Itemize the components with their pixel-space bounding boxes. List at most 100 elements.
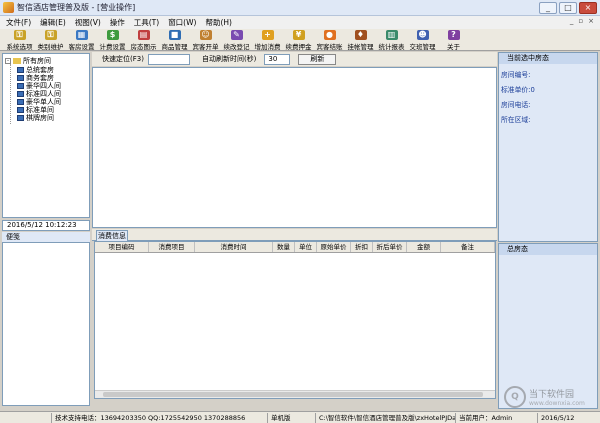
menu-file[interactable]: 文件(F) <box>6 17 31 28</box>
toolbar-button-deposit[interactable]: ¥ 续费押金 <box>283 29 314 51</box>
column-header[interactable]: 金额 <box>407 242 441 252</box>
menu-window[interactable]: 窗口(W) <box>168 17 196 28</box>
menu-tools[interactable]: 工具(T) <box>134 17 159 28</box>
refresh-interval-input[interactable]: 30 <box>264 53 291 65</box>
quick-locate-label: 快速定位(F3) <box>102 55 144 63</box>
standard-price-field: 标准单价:0 <box>501 86 535 94</box>
toolbar-button-modify[interactable]: ✎ 续改登记 <box>221 29 252 51</box>
column-header[interactable]: 数量 <box>273 242 295 252</box>
toolbar-label: 续改登记 <box>223 43 250 51</box>
plus-icon: + <box>261 30 274 40</box>
close-button[interactable]: × <box>579 2 597 14</box>
watermark-url: www.downxia.com <box>529 400 585 407</box>
column-header[interactable]: 单位 <box>295 242 317 252</box>
tab-consume-info[interactable]: 消费信息 <box>96 230 128 241</box>
quick-locate-input[interactable] <box>147 53 190 65</box>
tab-strip: 消费信息 <box>92 229 497 241</box>
toolbar-button-category[interactable]: ⚿ 类别维护 <box>35 29 66 51</box>
toolbar-button-shift[interactable]: ☻ 交班管理 <box>407 29 438 51</box>
toolbar-button-about[interactable]: ? 关于 <box>438 29 469 51</box>
menu-operate[interactable]: 操作 <box>110 17 125 28</box>
toolbar-label: 宾客结账 <box>316 43 343 51</box>
toolbar-button-open-guest[interactable]: ☺ 宾客开单 <box>190 29 221 51</box>
refresh-button[interactable]: 刷新 <box>298 53 337 65</box>
app-icon <box>3 2 14 13</box>
menu-bar: 文件(F) 编辑(E) 视图(V) 操作 工具(T) 窗口(W) 帮助(H) _… <box>0 16 600 29</box>
toolbar-label: 续费押金 <box>285 43 312 51</box>
support-info: 技术支持电话：13694203350 QQ:1725542950 1370288… <box>52 412 268 423</box>
mdi-close-button[interactable]: × <box>588 17 594 25</box>
quick-locate-bar: 快速定位(F3) 自动刷新时间(秒) 30 刷新 <box>92 52 497 66</box>
current-datetime: 2016/5/12 10:12:23 <box>2 220 90 231</box>
selected-room-title: 当前选中房态 <box>499 53 597 64</box>
toolbar-button-room-status[interactable]: ▤ 房态图示 <box>128 29 159 51</box>
room-tree: - 所有房间 总统套房 商务套房 豪华四人间 标准四人间 豪华单人间 标准单间 … <box>2 53 90 218</box>
folder-icon <box>13 58 21 64</box>
memo-textarea[interactable] <box>2 242 90 406</box>
room-number-field: 房间编号: <box>501 71 531 79</box>
watermark-text-group: 当下软件园 www.downxia.com <box>529 387 585 407</box>
refresh-interval-label: 自动刷新时间(秒) <box>201 55 257 63</box>
toolbar-button-goods[interactable]: ■ 商品管理 <box>159 29 190 51</box>
window-controls: _ □ × <box>539 2 597 14</box>
goods-icon: ■ <box>168 30 181 40</box>
column-header[interactable]: 原始单价 <box>317 242 351 252</box>
toolbar-label: 系统选项 <box>6 43 33 51</box>
column-header[interactable]: 折扣 <box>351 242 373 252</box>
scrollbar-thumb[interactable] <box>103 392 483 397</box>
toolbar-button-room-settings[interactable]: ▦ 客房设置 <box>66 29 97 51</box>
status-bar: 技术支持电话：13694203350 QQ:1725542950 1370288… <box>0 411 600 423</box>
toolbar-button-add-consume[interactable]: + 增加消费 <box>252 29 283 51</box>
edition-mode: 单机版 <box>268 412 316 423</box>
tree-connector-line <box>10 64 11 124</box>
mdi-restore-button[interactable]: ▫ <box>578 17 583 25</box>
toolbar-button-credit[interactable]: ♦ 挂帐管理 <box>345 29 376 51</box>
room-type-icon <box>17 91 24 97</box>
room-type-icon <box>17 67 24 73</box>
tree-item-label: 棋牌房间 <box>26 114 54 122</box>
room-type-icon <box>17 83 24 89</box>
room-icon: ▦ <box>75 30 88 40</box>
coin-icon: ¥ <box>292 30 305 40</box>
people-icon: ☻ <box>416 30 429 40</box>
column-header[interactable]: 项目编码 <box>95 242 149 252</box>
bag-icon: ♦ <box>354 30 367 40</box>
column-header[interactable]: 消费项目 <box>149 242 195 252</box>
menu-help[interactable]: 帮助(H) <box>205 17 232 28</box>
edit-icon: ✎ <box>230 30 243 40</box>
room-area-field: 所在区域: <box>501 116 531 124</box>
mdi-minimize-button[interactable]: _ <box>570 17 574 25</box>
room-status-area[interactable] <box>92 67 497 228</box>
toolbar-button-billing[interactable]: $ 计费设置 <box>97 29 128 51</box>
toolbar-label: 计费设置 <box>99 43 126 51</box>
chart-icon: ▤ <box>137 30 150 40</box>
money-icon: $ <box>106 30 119 40</box>
room-type-icon <box>17 115 24 121</box>
room-type-icon <box>17 107 24 113</box>
toolbar-label: 宾客开单 <box>192 43 219 51</box>
toolbar-button-reports[interactable]: ▥ 统计报表 <box>376 29 407 51</box>
current-user: 当前用户：Admin <box>456 412 538 423</box>
room-type-icon <box>17 99 24 105</box>
toolbar-label: 房态图示 <box>130 43 157 51</box>
toolbar-label: 商品管理 <box>161 43 188 51</box>
column-header[interactable]: 折后单价 <box>373 242 407 252</box>
column-header[interactable]: 消费时间 <box>195 242 273 252</box>
maximize-button[interactable]: □ <box>559 2 577 14</box>
toolbar-label: 增加消费 <box>254 43 281 51</box>
key-icon: ⚿ <box>44 30 57 40</box>
toolbar-button-system-options[interactable]: ⚿ 系统选项 <box>4 29 35 51</box>
menu-edit[interactable]: 编辑(E) <box>40 17 66 28</box>
grid-header: 项目编码 消费项目 消费时间 数量 单位 原始单价 折扣 折后单价 金额 备注 <box>95 242 495 253</box>
consume-grid[interactable]: 项目编码 消费项目 消费时间 数量 单位 原始单价 折扣 折后单价 金额 备注 <box>94 241 496 399</box>
person-icon: ☺ <box>199 30 212 40</box>
toolbar-label: 关于 <box>447 43 460 51</box>
menu-view[interactable]: 视图(V) <box>75 17 101 28</box>
tree-item[interactable]: 棋牌房间 <box>17 114 87 122</box>
minimize-button[interactable]: _ <box>539 2 557 14</box>
watermark-logo: Q <box>504 386 526 408</box>
room-summary-title: 总房态 <box>499 244 597 255</box>
toolbar-button-checkout[interactable]: ● 宾客结账 <box>314 29 345 51</box>
column-header[interactable]: 备注 <box>441 242 495 252</box>
horizontal-scrollbar[interactable] <box>95 390 495 398</box>
